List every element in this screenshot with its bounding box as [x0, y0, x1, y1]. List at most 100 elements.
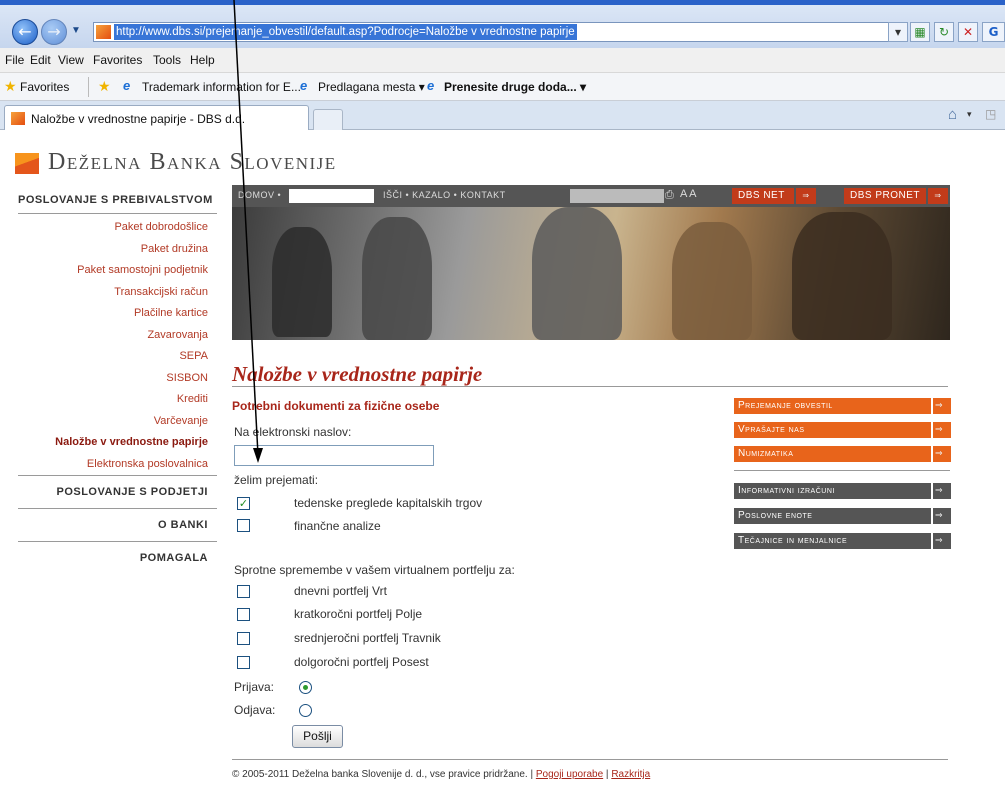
- sidebar-item[interactable]: Varčevanje: [18, 411, 217, 433]
- stop-icon[interactable]: ✕: [958, 22, 978, 42]
- ie-page-icon: e: [123, 78, 131, 93]
- email-input[interactable]: [234, 445, 434, 466]
- financial-analysis-checkbox[interactable]: [237, 519, 250, 532]
- portfolio-checkbox-travnik[interactable]: [237, 632, 250, 645]
- sidebar-item[interactable]: Paket samostojni podjetnik: [18, 260, 217, 282]
- nav-home-link[interactable]: DOMOV •: [238, 190, 281, 200]
- link-receive-notices[interactable]: Prejemanje obvestil: [734, 398, 951, 414]
- nav-secondary-field[interactable]: [570, 189, 664, 203]
- sidebar-item[interactable]: Paket dobrodošlice: [18, 217, 217, 239]
- new-tab-button[interactable]: [313, 109, 343, 130]
- portfolio-checkbox-polje[interactable]: [237, 608, 250, 621]
- logo-letter: S: [229, 149, 245, 175]
- terms-of-use-link[interactable]: Pogoji uporabe: [536, 769, 603, 780]
- refresh-icon[interactable]: ↻: [934, 22, 954, 42]
- url-input[interactable]: http://www.dbs.si/prejemanje_obvestil/de…: [93, 22, 889, 42]
- fav-suggested-sites[interactable]: Predlagana mesta ▾: [318, 80, 425, 94]
- compatibility-view-icon[interactable]: ▦: [910, 22, 930, 42]
- sidebar-item[interactable]: Paket družina: [18, 239, 217, 261]
- sidebar-item[interactable]: Naložbe v vrednostne papirje: [18, 432, 217, 454]
- link-label: Vprašajte nas: [738, 424, 805, 435]
- font-size-toggle[interactable]: A A: [680, 188, 697, 200]
- dbs-net-label: DBS NET: [738, 190, 785, 201]
- disclosures-link[interactable]: Razkritja: [611, 769, 650, 780]
- nav-links[interactable]: IŠČI • KAZALO • KONTAKT: [383, 190, 506, 200]
- dbs-pronet-button[interactable]: DBS PRONET ⇒: [844, 188, 948, 204]
- footer-separator: |: [605, 769, 609, 780]
- link-numismatics[interactable]: Numizmatika: [734, 446, 951, 462]
- sidebar-section-tools[interactable]: Pomagala: [18, 541, 217, 574]
- add-favorite-icon[interactable]: ★: [98, 78, 111, 95]
- title-divider: [232, 386, 948, 387]
- fav-get-addons[interactable]: Prenesite druge doda... ▾: [444, 80, 586, 94]
- portfolio-label-polje: kratkoročni portfelj Polje: [294, 607, 423, 621]
- nav-search-input[interactable]: [289, 189, 374, 203]
- sidebar-item[interactable]: SISBON: [18, 368, 217, 390]
- sidebar-section-retail[interactable]: Poslovanje s prebivalstvom: [18, 187, 217, 214]
- home-dropdown-icon[interactable]: ▾: [967, 109, 972, 120]
- top-navigation: DOMOV • IŠČI • KAZALO • KONTAKT ⎙ A A DB…: [232, 185, 950, 207]
- portfolio-label-travnik: srednjeročni portfelj Travnik: [294, 631, 441, 645]
- menu-help[interactable]: Help: [190, 53, 215, 67]
- search-provider-icon[interactable]: G: [982, 22, 1005, 42]
- hero-figure: [672, 222, 752, 340]
- menu-bar: File Edit View Favorites Tools Help: [0, 48, 1005, 73]
- menu-favorites[interactable]: Favorites: [93, 53, 142, 67]
- back-button[interactable]: ←: [12, 19, 38, 45]
- link-label: Poslovne enote: [738, 510, 813, 521]
- sidebar-section-about[interactable]: O banki: [18, 508, 217, 541]
- menu-edit[interactable]: Edit: [30, 53, 51, 67]
- tab-title: Naložbe v vrednostne papirje - DBS d.d.: [31, 112, 246, 126]
- sidebar-item[interactable]: Krediti: [18, 389, 217, 411]
- unsubscribe-radio[interactable]: [299, 704, 312, 717]
- sidebar-item[interactable]: SEPA: [18, 346, 217, 368]
- bank-logo-text[interactable]: Deželna Banka Slovenije: [48, 149, 337, 176]
- favbar-divider: [88, 77, 89, 97]
- subscription-label: želim prejemati:: [234, 473, 319, 487]
- link-calculators[interactable]: Informativni izračuni: [734, 483, 951, 499]
- hero-figure: [792, 212, 892, 340]
- link-branches[interactable]: Poslovne enote: [734, 508, 951, 524]
- sidebar-item[interactable]: Zavarovanja: [18, 325, 217, 347]
- dbs-net-button[interactable]: DBS NET ⇒: [732, 188, 816, 204]
- url-dropdown-icon[interactable]: ▾: [888, 22, 908, 42]
- send-button[interactable]: Pošlji: [292, 725, 343, 748]
- link-exchange-rates[interactable]: Tečajnice in menjalnice: [734, 533, 951, 549]
- portfolio-checkbox-posest[interactable]: [237, 656, 250, 669]
- home-icon[interactable]: ⌂: [948, 106, 957, 123]
- weekly-review-checkbox[interactable]: ✓: [237, 497, 250, 510]
- url-text: http://www.dbs.si/prejemanje_obvestil/de…: [114, 24, 577, 40]
- arrow-icon: [931, 483, 951, 499]
- forward-button[interactable]: →: [41, 19, 67, 45]
- link-label: Numizmatika: [738, 448, 794, 459]
- sidebar-item[interactable]: Elektronska poslovalnica: [18, 454, 217, 476]
- hero-figure: [272, 227, 332, 337]
- sidebar-item[interactable]: Plačilne kartice: [18, 303, 217, 325]
- copyright-text: © 2005-2011 Deželna banka Slovenije d. d…: [232, 769, 534, 780]
- menu-view[interactable]: View: [58, 53, 84, 67]
- dbs-net-arrow-icon: ⇒: [794, 188, 816, 204]
- link-label: Informativni izračuni: [738, 485, 835, 496]
- print-icon[interactable]: ⎙: [665, 189, 674, 202]
- feeds-icon[interactable]: ◳: [985, 107, 996, 121]
- history-dropdown-icon[interactable]: ▼: [71, 25, 81, 36]
- portfolio-label-vrt: dnevni portfelj Vrt: [294, 584, 387, 598]
- subscribe-label: Prijava:: [234, 680, 275, 694]
- link-ask-us[interactable]: Vprašajte nas: [734, 422, 951, 438]
- dbs-pronet-arrow-icon: ⇒: [926, 188, 948, 204]
- address-bar-area: ← → ▼ http://www.dbs.si/prejemanje_obves…: [0, 5, 1005, 48]
- menu-file[interactable]: File: [5, 53, 24, 67]
- page-title: Naložbe v vrednostne papirje: [232, 362, 483, 386]
- portfolio-label: Sprotne spremembe v vašem virtualnem por…: [234, 563, 515, 577]
- unsubscribe-label: Odjava:: [234, 703, 276, 717]
- menu-tools[interactable]: Tools: [153, 53, 181, 67]
- tab-active[interactable]: Naložbe v vrednostne papirje - DBS d.d.: [4, 105, 309, 130]
- logo-word: lovenije: [244, 149, 337, 175]
- favorites-button[interactable]: Favorites: [20, 80, 69, 94]
- fav-trademark-link[interactable]: Trademark information for E...: [142, 80, 301, 94]
- portfolio-checkbox-vrt[interactable]: [237, 585, 250, 598]
- subscribe-radio[interactable]: [299, 681, 312, 694]
- sidebar-item[interactable]: Transakcijski račun: [18, 282, 217, 304]
- sidebar-section-companies[interactable]: Poslovanje s podjetji: [18, 475, 217, 508]
- logo-letter: D: [48, 149, 67, 175]
